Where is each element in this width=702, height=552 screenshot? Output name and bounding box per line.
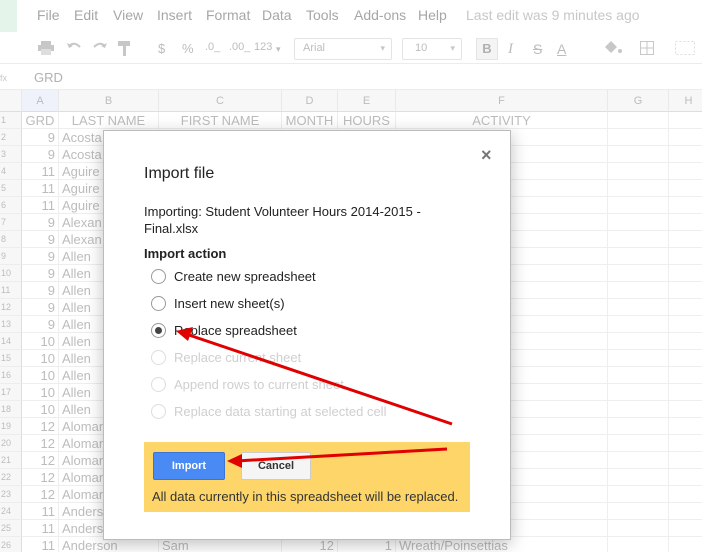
import-action-heading: Import action: [144, 246, 227, 261]
radio-button-disabled: [151, 404, 166, 419]
option-label: Insert new sheet(s): [174, 296, 285, 311]
importing-filename: Importing: Student Volunteer Hours 2014-…: [144, 204, 421, 236]
option-label: Create new spreadsheet: [174, 269, 316, 284]
radio-button[interactable]: [151, 296, 166, 311]
import-file-dialog: Import file × Importing: Student Volunte…: [103, 130, 511, 540]
radio-button[interactable]: [151, 269, 166, 284]
dialog-title: Import file: [144, 165, 215, 182]
cancel-button[interactable]: Cancel: [241, 452, 311, 480]
option-label: Replace spreadsheet: [174, 323, 297, 338]
warning-banner: Import Cancel All data currently in this…: [144, 442, 470, 512]
radio-button-disabled: [151, 377, 166, 392]
radio-button-disabled: [151, 350, 166, 365]
option-label: Replace data starting at selected cell: [174, 404, 387, 419]
close-icon[interactable]: ×: [481, 145, 492, 166]
warning-text: All data currently in this spreadsheet w…: [152, 489, 459, 504]
option-label: Append rows to current sheet: [174, 377, 344, 392]
option-label: Replace current sheet: [174, 350, 302, 365]
radio-button-selected[interactable]: [151, 323, 166, 338]
import-button[interactable]: Import: [153, 452, 225, 480]
